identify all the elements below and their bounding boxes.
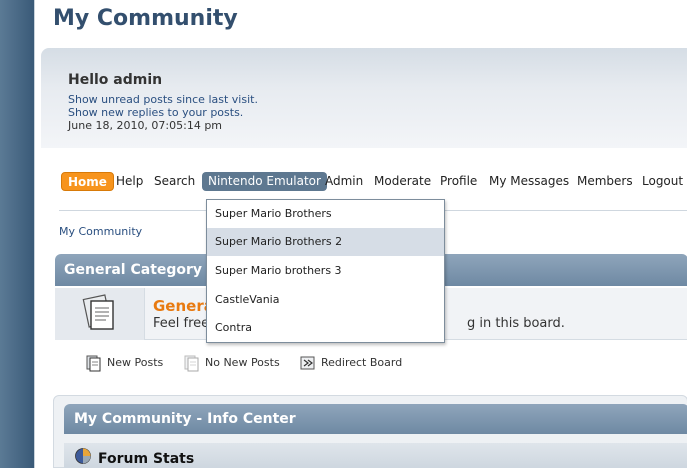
board-description: Feel free bbox=[153, 316, 210, 331]
unread-posts-link[interactable]: Show unread posts since last visit. bbox=[68, 93, 258, 106]
new-posts-icon bbox=[86, 355, 101, 372]
main-menu: Home Help Search Nintendo Emulator Admin… bbox=[35, 172, 687, 192]
info-center: My Community - Info Center Forum Stats bbox=[53, 395, 687, 468]
menu-search[interactable]: Search bbox=[154, 172, 195, 191]
info-center-title: My Community - Info Center bbox=[74, 411, 296, 427]
dropdown-item-super-mario-brothers-2[interactable]: Super Mario Brothers 2 bbox=[207, 228, 444, 256]
menu-profile[interactable]: Profile bbox=[440, 172, 477, 191]
nintendo-emulator-dropdown: Super Mario Brothers Super Mario Brother… bbox=[206, 199, 445, 343]
current-datetime: June 18, 2010, 07:05:14 pm bbox=[68, 119, 223, 132]
legend-redirect-board-label: Redirect Board bbox=[321, 356, 403, 369]
menu-logout[interactable]: Logout bbox=[642, 172, 683, 191]
legend-no-new-posts: No New Posts bbox=[183, 354, 280, 372]
forum-stats-title: Forum Stats bbox=[98, 451, 195, 467]
left-border-strip bbox=[0, 0, 34, 468]
legend-new-posts-label: New Posts bbox=[107, 356, 164, 369]
redirect-board-icon bbox=[300, 356, 315, 370]
info-center-header: My Community - Info Center bbox=[64, 404, 687, 434]
dropdown-item-castlevania[interactable]: CastleVania bbox=[207, 286, 444, 314]
menu-admin[interactable]: Admin bbox=[325, 172, 363, 191]
dropdown-item-super-mario-brothers[interactable]: Super Mario Brothers bbox=[207, 200, 444, 228]
legend-redirect-board: Redirect Board bbox=[299, 354, 402, 372]
category-title[interactable]: General Category bbox=[64, 262, 202, 278]
pie-chart-icon bbox=[75, 448, 91, 464]
menu-members[interactable]: Members bbox=[577, 172, 633, 191]
menu-nintendo-emulator[interactable]: Nintendo Emulator bbox=[202, 172, 327, 191]
dropdown-item-contra[interactable]: Contra bbox=[207, 314, 444, 342]
board-description-tail: g in this board. bbox=[467, 316, 565, 331]
greeting: Hello admin bbox=[68, 72, 163, 88]
forum-stats-bar: Forum Stats bbox=[64, 443, 687, 468]
no-new-posts-icon bbox=[184, 355, 199, 372]
board-name-link[interactable]: Genera bbox=[153, 297, 214, 315]
new-replies-link[interactable]: Show new replies to your posts. bbox=[68, 106, 243, 119]
dropdown-item-super-mario-brothers-3[interactable]: Super Mario brothers 3 bbox=[207, 257, 444, 285]
legend-new-posts: New Posts bbox=[85, 354, 163, 372]
user-info-box: Hello admin Show unread posts since last… bbox=[41, 48, 687, 148]
site-title: My Community bbox=[53, 6, 238, 31]
menu-moderate[interactable]: Moderate bbox=[374, 172, 431, 191]
board-status-icon bbox=[82, 294, 114, 330]
breadcrumb[interactable]: My Community bbox=[59, 225, 142, 238]
menu-help[interactable]: Help bbox=[116, 172, 143, 191]
legend-no-new-posts-label: No New Posts bbox=[205, 356, 280, 369]
board-icon-cell bbox=[55, 288, 145, 340]
menu-home[interactable]: Home bbox=[61, 172, 114, 191]
menu-my-messages[interactable]: My Messages bbox=[489, 172, 569, 191]
